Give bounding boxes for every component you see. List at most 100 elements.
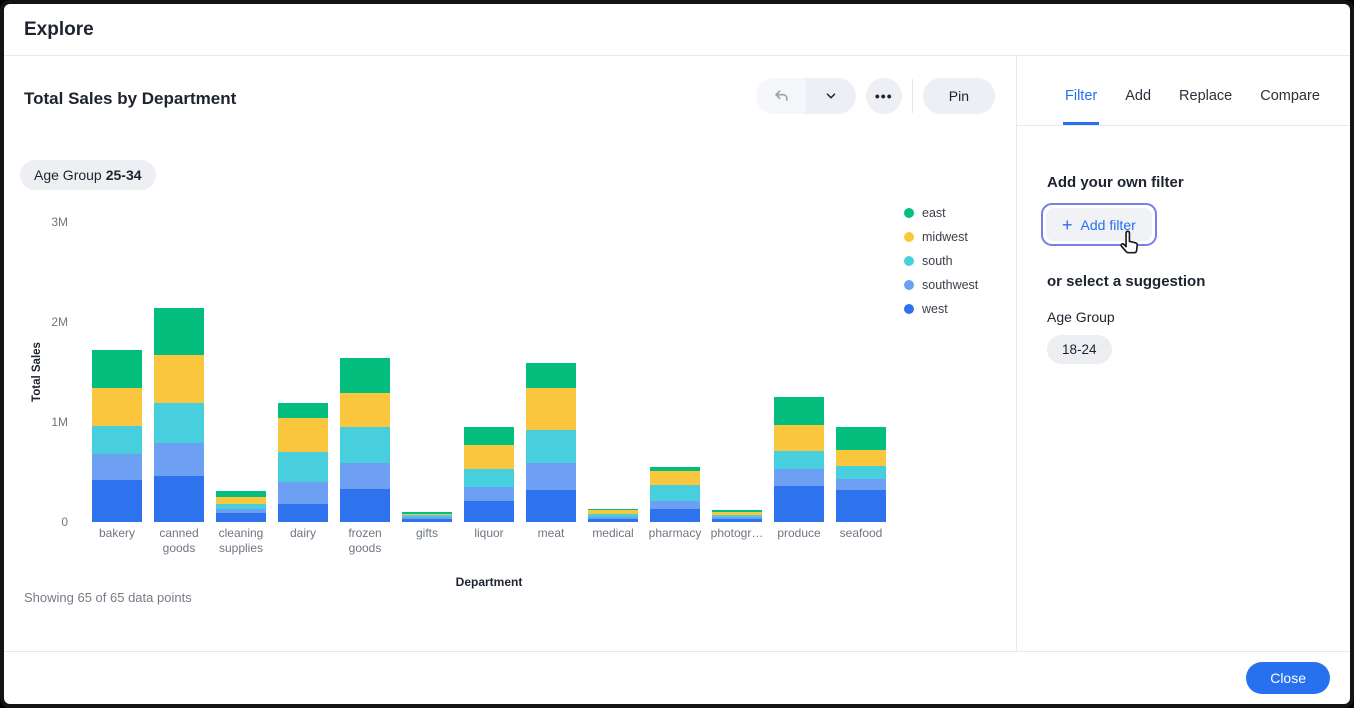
filter-side-panel: FilterAddReplaceCompare Add your own fil… [1016, 56, 1350, 651]
more-options-button[interactable]: ••• [866, 78, 902, 114]
y-tick-2M: 2M [51, 315, 68, 329]
bar-segment-south[interactable] [526, 430, 576, 463]
legend-dot-south [904, 256, 914, 266]
bar-segment-midwest[interactable] [340, 393, 390, 427]
bar-segment-west[interactable] [278, 504, 328, 522]
x-label: cleaning supplies [210, 526, 272, 556]
undo-button[interactable] [756, 78, 806, 114]
bar-segment-southwest[interactable] [464, 487, 514, 501]
bar-segment-west[interactable] [712, 519, 762, 522]
bar-cleaning-supplies[interactable] [216, 491, 266, 522]
bar-segment-west[interactable] [92, 480, 142, 522]
bar-segment-southwest[interactable] [340, 463, 390, 489]
more-icon: ••• [875, 88, 893, 104]
suggestion-chip[interactable]: 18-24 [1047, 335, 1112, 364]
tab-compare[interactable]: Compare [1258, 88, 1322, 125]
bar-pharmacy[interactable] [650, 467, 700, 522]
plot [86, 222, 892, 522]
bar-segment-west[interactable] [836, 490, 886, 522]
bar-segment-west[interactable] [526, 490, 576, 522]
undo-dropdown-button[interactable] [806, 78, 856, 114]
add-filter-button[interactable]: + Add filter [1046, 208, 1152, 241]
x-label: photogr… [706, 526, 768, 556]
x-label: dairy [272, 526, 334, 556]
legend-item-south[interactable]: south [904, 252, 978, 269]
bar-segment-midwest[interactable] [278, 418, 328, 452]
bar-segment-southwest[interactable] [836, 479, 886, 490]
bar-segment-east[interactable] [278, 403, 328, 418]
bar-segment-west[interactable] [464, 501, 514, 522]
bar-segment-south[interactable] [464, 469, 514, 487]
bar-segment-southwest[interactable] [154, 443, 204, 476]
bar-segment-west[interactable] [650, 509, 700, 522]
legend-item-southwest[interactable]: southwest [904, 276, 978, 293]
bar-segment-east[interactable] [340, 358, 390, 393]
legend-dot-east [904, 208, 914, 218]
bar-segment-west[interactable] [774, 486, 824, 522]
legend-label: midwest [922, 230, 968, 244]
bar-segment-east[interactable] [464, 427, 514, 445]
bar-dairy[interactable] [278, 403, 328, 522]
x-label: liquor [458, 526, 520, 556]
bar-segment-midwest[interactable] [526, 388, 576, 430]
bar-medical[interactable] [588, 509, 638, 522]
bar-segment-east[interactable] [836, 427, 886, 450]
x-label: seafood [830, 526, 892, 556]
legend-item-east[interactable]: east [904, 204, 978, 221]
bar-segment-midwest[interactable] [836, 450, 886, 466]
legend-dot-west [904, 304, 914, 314]
bar-segment-south[interactable] [836, 466, 886, 479]
bar-meat[interactable] [526, 363, 576, 522]
bar-segment-midwest[interactable] [464, 445, 514, 469]
bar-segment-southwest[interactable] [526, 463, 576, 490]
bar-segment-southwest[interactable] [774, 469, 824, 486]
bar-canned-goods[interactable] [154, 308, 204, 522]
bar-segment-west[interactable] [216, 513, 266, 522]
bar-segment-east[interactable] [92, 350, 142, 388]
bar-segment-east[interactable] [154, 308, 204, 355]
toolbar-divider [912, 79, 913, 113]
tab-replace[interactable]: Replace [1177, 88, 1234, 125]
bar-segment-midwest[interactable] [92, 388, 142, 426]
undo-button-group [756, 78, 856, 114]
tab-add[interactable]: Add [1123, 88, 1153, 125]
bar-segment-south[interactable] [92, 426, 142, 454]
bar-gifts[interactable] [402, 512, 452, 522]
bar-produce[interactable] [774, 397, 824, 522]
bar-segment-east[interactable] [526, 363, 576, 388]
dialog-footer: Close [4, 651, 1350, 704]
bar-segment-south[interactable] [278, 452, 328, 482]
bar-segment-south[interactable] [774, 451, 824, 469]
legend-item-west[interactable]: west [904, 300, 978, 317]
applied-filter-chip[interactable]: Age Group 25-34 [20, 160, 156, 190]
plus-icon: + [1062, 216, 1073, 234]
tab-filter[interactable]: Filter [1063, 88, 1099, 125]
close-button[interactable]: Close [1246, 662, 1330, 694]
legend-item-midwest[interactable]: midwest [904, 228, 978, 245]
bar-segment-southwest[interactable] [650, 501, 700, 509]
bar-segment-west[interactable] [588, 519, 638, 522]
bar-segment-midwest[interactable] [650, 471, 700, 485]
bar-segment-southwest[interactable] [92, 454, 142, 480]
bar-segment-east[interactable] [774, 397, 824, 425]
bar-segment-midwest[interactable] [774, 425, 824, 451]
bar-segment-west[interactable] [340, 489, 390, 522]
x-label: pharmacy [644, 526, 706, 556]
bar-segment-southwest[interactable] [278, 482, 328, 504]
bar-bakery[interactable] [92, 350, 142, 522]
bar-photogr-[interactable] [712, 510, 762, 522]
y-tick-1M: 1M [51, 415, 68, 429]
bar-frozen-goods[interactable] [340, 358, 390, 522]
x-label: meat [520, 526, 582, 556]
legend-label: east [922, 206, 946, 220]
bar-liquor[interactable] [464, 427, 514, 522]
bar-seafood[interactable] [836, 427, 886, 522]
bar-segment-west[interactable] [154, 476, 204, 522]
bar-segment-west[interactable] [402, 519, 452, 522]
bar-segment-midwest[interactable] [216, 497, 266, 504]
bar-segment-south[interactable] [340, 427, 390, 463]
bar-segment-south[interactable] [650, 485, 700, 501]
bar-segment-midwest[interactable] [154, 355, 204, 403]
bar-segment-south[interactable] [154, 403, 204, 443]
pin-button[interactable]: Pin [923, 78, 995, 114]
